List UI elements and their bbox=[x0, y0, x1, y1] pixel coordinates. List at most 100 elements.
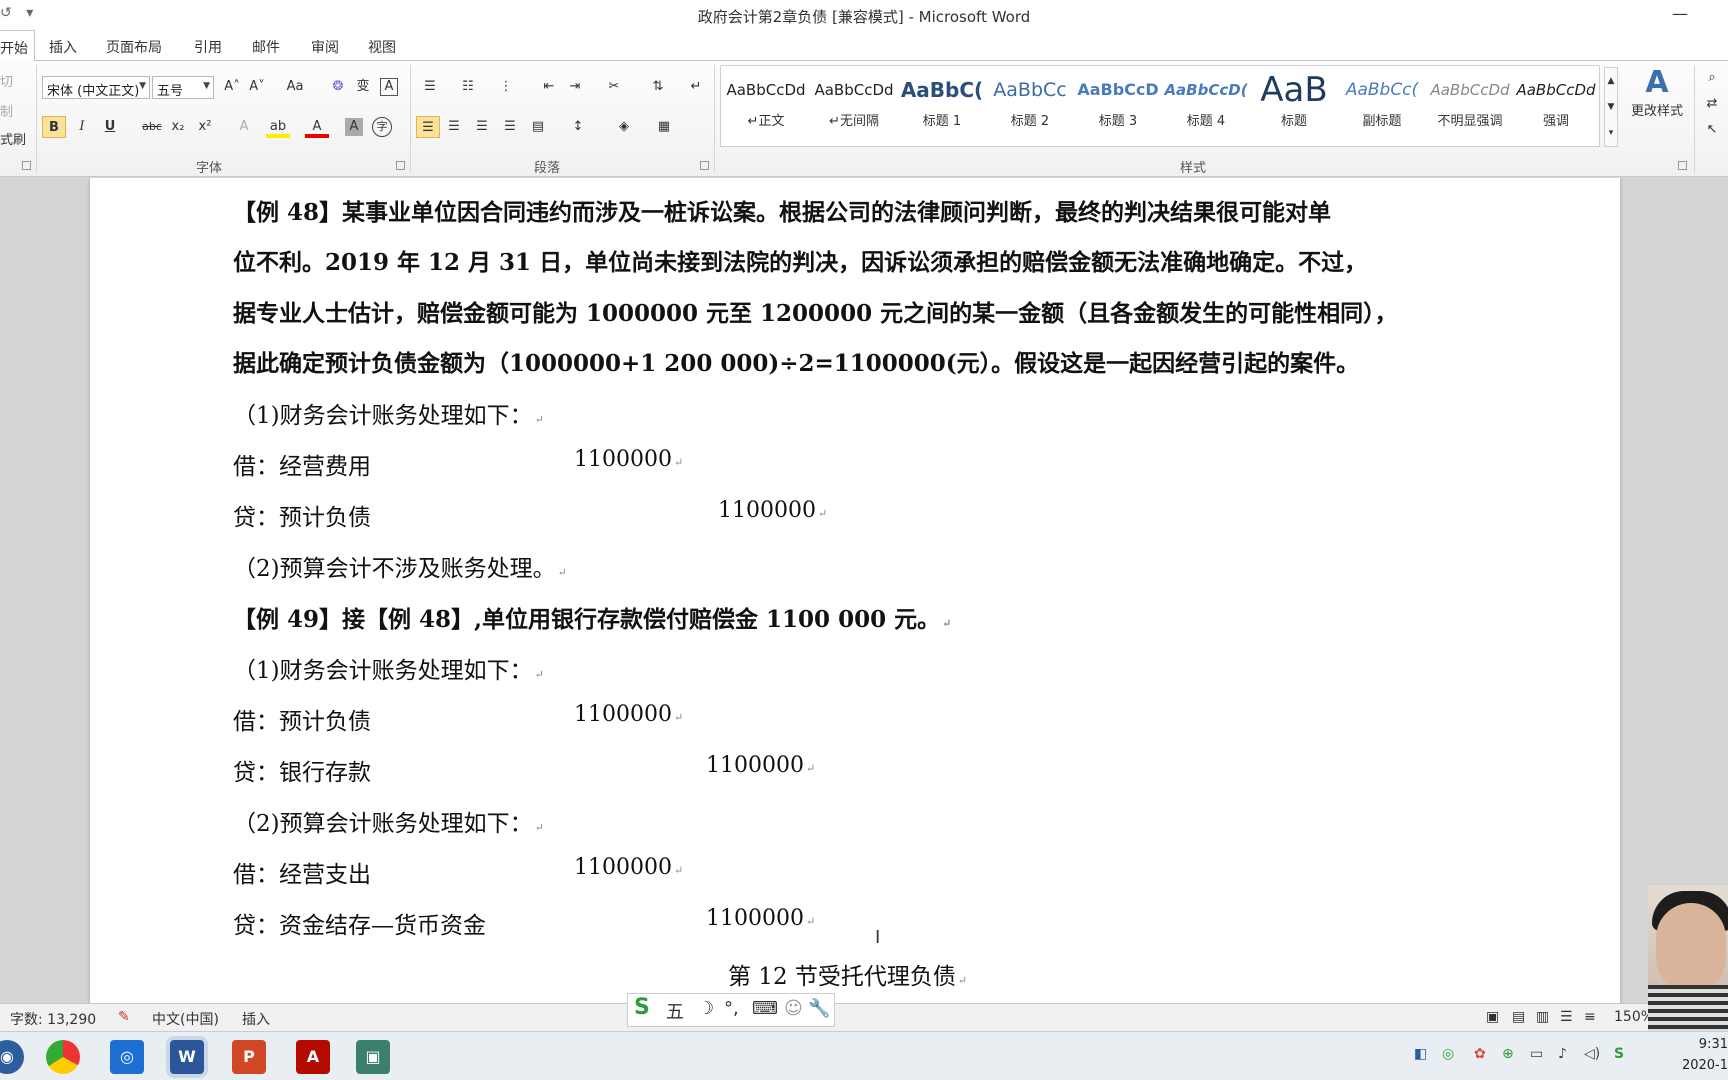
line-spacing-icon[interactable]: ↕ bbox=[566, 116, 590, 138]
find-icon[interactable]: ⌕ bbox=[1700, 67, 1724, 89]
tray-app-icon[interactable]: ◧ bbox=[1414, 1046, 1427, 1062]
clock[interactable]: 9:31 2020-1 bbox=[1678, 1034, 1728, 1076]
ime-logo-icon[interactable]: S bbox=[634, 995, 650, 1020]
punctuation-icon[interactable]: °, bbox=[724, 998, 739, 1019]
grow-font-button[interactable]: A˄ bbox=[220, 76, 244, 98]
italic-button[interactable]: I bbox=[70, 116, 94, 138]
font-size-combo[interactable]: 五号 ▼ bbox=[152, 76, 214, 99]
shrink-font-button[interactable]: A˅ bbox=[245, 76, 269, 98]
underline-button[interactable]: U bbox=[98, 116, 122, 138]
font-color-button[interactable]: A bbox=[305, 116, 329, 138]
style-heading-2[interactable]: AaBbCc 标题 2 bbox=[987, 70, 1073, 142]
chrome-icon[interactable] bbox=[46, 1040, 80, 1074]
style-heading-3[interactable]: AaBbCcD 标题 3 bbox=[1075, 70, 1161, 142]
phonetic-guide-button[interactable]: 变 bbox=[351, 76, 375, 98]
word-icon[interactable]: W bbox=[170, 1040, 204, 1074]
powerpoint-icon[interactable]: P bbox=[232, 1040, 266, 1074]
style-normal[interactable]: AaBbCcDd ↵正文 bbox=[723, 70, 809, 142]
ime-tray-icon[interactable]: S bbox=[1614, 1046, 1624, 1062]
style-no-spacing[interactable]: AaBbCcDd ↵无间隔 bbox=[811, 70, 897, 142]
network-icon[interactable]: ▭ bbox=[1530, 1046, 1543, 1062]
char-border-button[interactable]: A bbox=[380, 78, 398, 96]
volume-icon[interactable]: ◁) bbox=[1584, 1046, 1600, 1062]
baidu-icon[interactable]: ◎ bbox=[110, 1040, 144, 1074]
format-painter-button[interactable]: 式刷 bbox=[0, 129, 26, 148]
microphone-icon[interactable]: ♪ bbox=[1558, 1046, 1567, 1062]
align-right-icon[interactable]: ☰ bbox=[470, 116, 494, 138]
web-layout-icon[interactable]: ▥ bbox=[1536, 1009, 1549, 1025]
distributed-icon[interactable]: ▤ bbox=[526, 116, 550, 138]
styles-launcher-icon[interactable] bbox=[1678, 161, 1687, 170]
subscript-button[interactable]: x₂ bbox=[166, 116, 190, 138]
tray-flower-icon[interactable]: ✿ bbox=[1474, 1046, 1486, 1062]
tab-mailings[interactable]: 邮件 bbox=[252, 37, 280, 57]
style-subtitle[interactable]: AaBbCc(副标题 bbox=[1339, 70, 1425, 142]
tab-page-layout[interactable]: 页面布局 bbox=[106, 37, 162, 57]
insert-mode-indicator[interactable]: 插入 bbox=[242, 1009, 270, 1029]
styles-scroll-icon[interactable]: ▲ ▼ ▾ bbox=[1604, 67, 1618, 147]
clear-format-button[interactable]: ❂ bbox=[326, 76, 350, 98]
highlight-button[interactable]: ab bbox=[266, 116, 290, 138]
tab-view[interactable]: 视图 bbox=[368, 37, 396, 57]
tab-insert[interactable]: 插入 bbox=[49, 37, 77, 57]
text-effects-button[interactable]: A bbox=[232, 116, 256, 138]
moon-icon[interactable]: ☽ bbox=[698, 998, 714, 1019]
user-icon[interactable]: ☺ bbox=[784, 998, 803, 1019]
clipboard-launcher-icon[interactable] bbox=[22, 161, 31, 170]
borders-icon[interactable]: ▦ bbox=[652, 116, 676, 138]
style-name: 标题 2 bbox=[1010, 114, 1050, 129]
cut-button[interactable]: 切 bbox=[0, 71, 13, 90]
viewer-icon[interactable]: ▣ bbox=[356, 1040, 390, 1074]
outline-icon[interactable]: ☰ bbox=[1560, 1009, 1573, 1025]
style-subtle-emphasis[interactable]: AaBbCcDd 不明显强调 bbox=[1427, 70, 1513, 142]
tray-plus-icon[interactable]: ⊕ bbox=[1502, 1046, 1514, 1062]
language-indicator[interactable]: 中文(中国) bbox=[152, 1009, 219, 1029]
style-title[interactable]: AaB 标题 bbox=[1251, 70, 1337, 142]
ime-mode-indicator[interactable]: 五 bbox=[666, 998, 684, 1024]
keyboard-icon[interactable]: ⌨ bbox=[752, 998, 778, 1019]
full-screen-reading-icon[interactable]: ▤ bbox=[1512, 1009, 1525, 1025]
tray-refresh-icon[interactable]: ◎ bbox=[1442, 1046, 1454, 1062]
word-count[interactable]: 字数: 13,290 bbox=[10, 1009, 96, 1029]
strikethrough-button[interactable]: abc bbox=[140, 116, 164, 138]
decrease-indent-icon[interactable]: ⇤ bbox=[537, 76, 561, 98]
increase-indent-icon[interactable]: ⇥ bbox=[563, 76, 587, 98]
sort-icon[interactable]: ⇅ bbox=[646, 76, 670, 98]
style-heading-4[interactable]: AaBbCcD(标题 4 bbox=[1163, 70, 1249, 142]
paragraph-launcher-icon[interactable] bbox=[700, 161, 709, 170]
justify-icon[interactable]: ☰ bbox=[498, 116, 522, 138]
tab-review[interactable]: 审阅 bbox=[311, 37, 339, 57]
draft-icon[interactable]: ≡ bbox=[1584, 1009, 1596, 1025]
select-icon[interactable]: ↖ bbox=[1700, 119, 1724, 141]
superscript-button[interactable]: x² bbox=[193, 116, 217, 138]
start-button[interactable]: ◉ bbox=[0, 1040, 24, 1074]
tab-home[interactable]: 开始 bbox=[0, 30, 35, 62]
enclose-char-button[interactable]: 字 bbox=[372, 117, 392, 137]
document-area[interactable]: 【例 48】某事业单位因合同违约而涉及一桩诉讼案。根据公司的法律顾问判断，最终的… bbox=[0, 178, 1728, 1003]
change-styles-button[interactable]: A 更改样式 bbox=[1622, 65, 1692, 119]
style-emphasis[interactable]: AaBbCcDd 强调 bbox=[1513, 70, 1599, 142]
copy-button[interactable]: 制 bbox=[0, 101, 13, 120]
font-launcher-icon[interactable] bbox=[396, 161, 405, 170]
bold-button[interactable]: B bbox=[42, 116, 66, 138]
minimize-button[interactable]: — bbox=[1672, 4, 1688, 23]
char-shading-button[interactable]: A bbox=[345, 118, 363, 136]
align-center-icon[interactable]: ☰ bbox=[442, 116, 466, 138]
show-marks-icon[interactable]: ↵ bbox=[684, 76, 708, 98]
numbering-icon[interactable]: ☷ bbox=[456, 76, 480, 98]
acrobat-icon[interactable]: A bbox=[296, 1040, 330, 1074]
change-case-button[interactable]: Aa bbox=[283, 76, 307, 98]
bullets-icon[interactable]: ☰ bbox=[418, 76, 442, 98]
shading-icon[interactable]: ◈ bbox=[612, 116, 636, 138]
print-layout-icon[interactable]: ▣ bbox=[1486, 1009, 1499, 1025]
tools-icon[interactable]: 🔧 bbox=[808, 998, 830, 1019]
tab-references[interactable]: 引用 bbox=[194, 37, 222, 57]
font-family-combo[interactable]: 宋体 (中文正文) ▼ bbox=[42, 76, 150, 99]
style-heading-1[interactable]: AaBbC(标题 1 bbox=[899, 70, 985, 142]
document-page[interactable]: 【例 48】某事业单位因合同违约而涉及一桩诉讼案。根据公司的法律顾问判断，最终的… bbox=[90, 178, 1620, 1003]
chinese-layout-icon[interactable]: ✂ bbox=[602, 76, 626, 98]
multilevel-list-icon[interactable]: ⋮ bbox=[494, 76, 518, 98]
proofing-icon[interactable]: ✎ bbox=[118, 1009, 130, 1025]
replace-icon[interactable]: ⇄ bbox=[1700, 93, 1724, 115]
align-left-icon[interactable]: ☰ bbox=[416, 116, 440, 138]
